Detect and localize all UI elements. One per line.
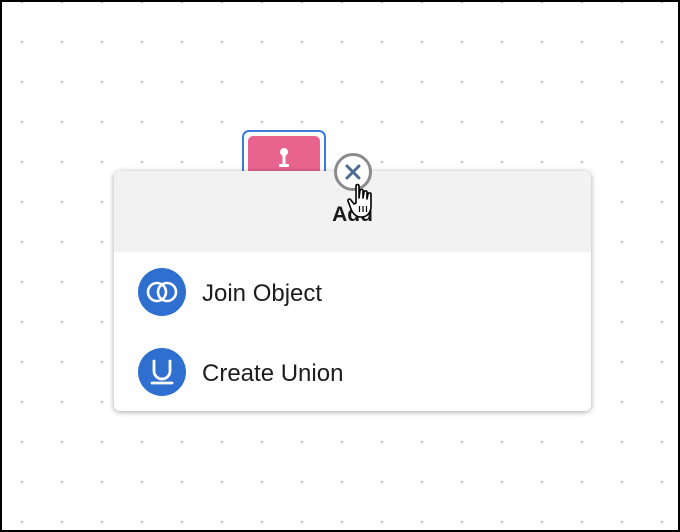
close-icon (345, 164, 361, 180)
create-union-item[interactable]: Create Union (114, 334, 591, 410)
join-object-label: Join Object (202, 280, 323, 307)
join-icon (138, 268, 186, 316)
node-connector-icon (279, 148, 289, 167)
add-menu: Add Join Object Create Union (114, 171, 591, 411)
create-union-label: Create Union (202, 360, 344, 387)
join-object-item[interactable]: Join Object (114, 254, 591, 330)
union-icon (138, 348, 186, 396)
close-button[interactable] (334, 153, 372, 191)
menu-title: Add (332, 203, 373, 226)
